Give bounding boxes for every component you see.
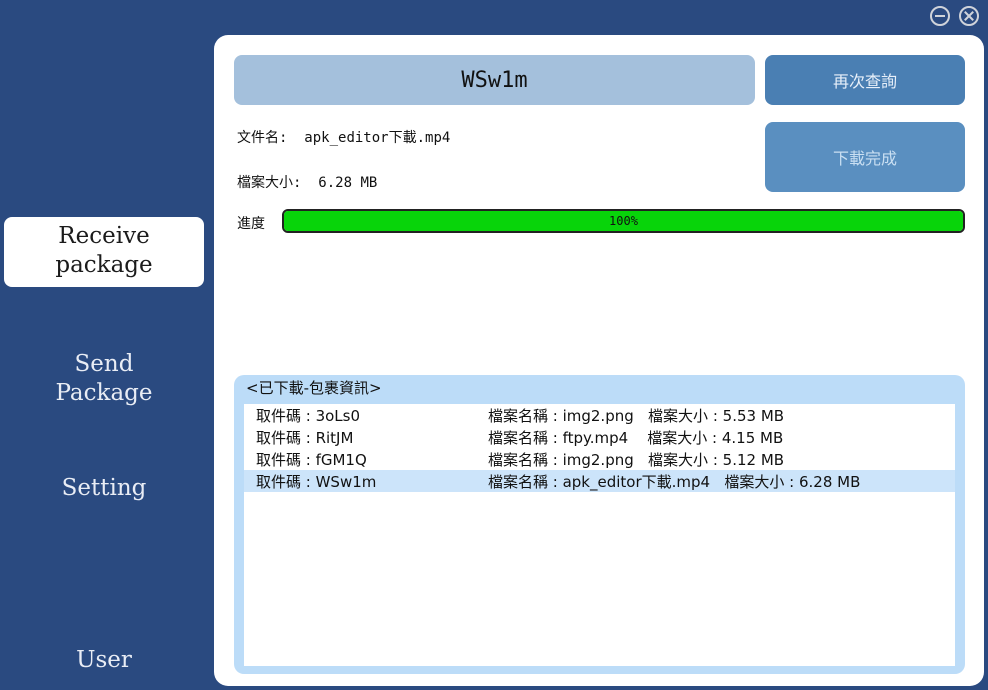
- nav-user-label: User: [76, 647, 132, 673]
- list-item-info: 檔案名稱 : apk_editor下載.mp4 檔案大小 : 6.28 MB: [488, 473, 861, 491]
- list-item-info: 檔案名稱 : ftpy.mp4 檔案大小 : 4.15 MB: [488, 429, 784, 447]
- list-item-info: 檔案名稱 : img2.png 檔案大小 : 5.12 MB: [488, 451, 785, 469]
- list-item-code: 取件碼 : WSw1m: [256, 473, 377, 491]
- file-name-row: 文件名: apk_editor下載.mp4: [237, 127, 450, 147]
- nav-send-label-line2: Package: [55, 380, 153, 406]
- progress-percent: 100%: [609, 214, 638, 228]
- download-complete-button[interactable]: 下載完成: [765, 122, 965, 192]
- progress-label: 進度: [237, 216, 265, 232]
- minimize-icon[interactable]: [930, 6, 950, 26]
- nav-user[interactable]: User: [4, 646, 204, 680]
- file-size-value: 6.28 MB: [318, 175, 378, 191]
- list-item-code: 取件碼 : fGM1Q: [256, 451, 367, 469]
- nav-receive-package[interactable]: Receive package: [4, 217, 204, 287]
- downloaded-list[interactable]: 取件碼 : 3oLs0 檔案名稱 : img2.png 檔案大小 : 5.53 …: [244, 404, 955, 666]
- downloaded-group: <已下載-包裹資訊> 取件碼 : 3oLs0 檔案名稱 : img2.png 檔…: [234, 375, 965, 674]
- nav-receive-label-line2: package: [55, 252, 153, 278]
- list-item-code: 取件碼 : RitJM: [256, 429, 354, 447]
- file-name-value: apk_editor下載.mp4: [304, 130, 451, 146]
- downloaded-group-title: <已下載-包裹資訊>: [246, 379, 382, 397]
- nav-setting-label: Setting: [61, 475, 147, 501]
- file-size-label: 檔案大小:: [237, 175, 302, 191]
- query-again-button[interactable]: 再次查詢: [765, 55, 965, 105]
- list-item[interactable]: 取件碼 : RitJM 檔案名稱 : ftpy.mp4 檔案大小 : 4.15 …: [244, 426, 955, 448]
- list-item-info: 檔案名稱 : img2.png 檔案大小 : 5.53 MB: [488, 407, 785, 425]
- receive-panel: WSw1m 再次查詢 下載完成 文件名: apk_editor下載.mp4 檔案…: [214, 35, 984, 686]
- file-name-label: 文件名:: [237, 130, 288, 146]
- file-size-row: 檔案大小: 6.28 MB: [237, 172, 377, 192]
- nav-send-package[interactable]: Send Package: [4, 350, 204, 410]
- nav-receive-label-line1: Receive: [58, 223, 150, 249]
- download-progress-bar: 100%: [282, 209, 965, 233]
- list-item-selected[interactable]: 取件碼 : WSw1m 檔案名稱 : apk_editor下載.mp4 檔案大小…: [244, 470, 955, 492]
- close-icon[interactable]: [959, 6, 979, 26]
- nav-setting[interactable]: Setting: [4, 474, 204, 508]
- list-item[interactable]: 取件碼 : fGM1Q 檔案名稱 : img2.png 檔案大小 : 5.12 …: [244, 448, 955, 470]
- list-item-code: 取件碼 : 3oLs0: [256, 407, 361, 425]
- list-item[interactable]: 取件碼 : 3oLs0 檔案名稱 : img2.png 檔案大小 : 5.53 …: [244, 404, 955, 426]
- pickup-code-display: WSw1m: [234, 55, 755, 105]
- nav-send-label-line1: Send: [74, 351, 134, 377]
